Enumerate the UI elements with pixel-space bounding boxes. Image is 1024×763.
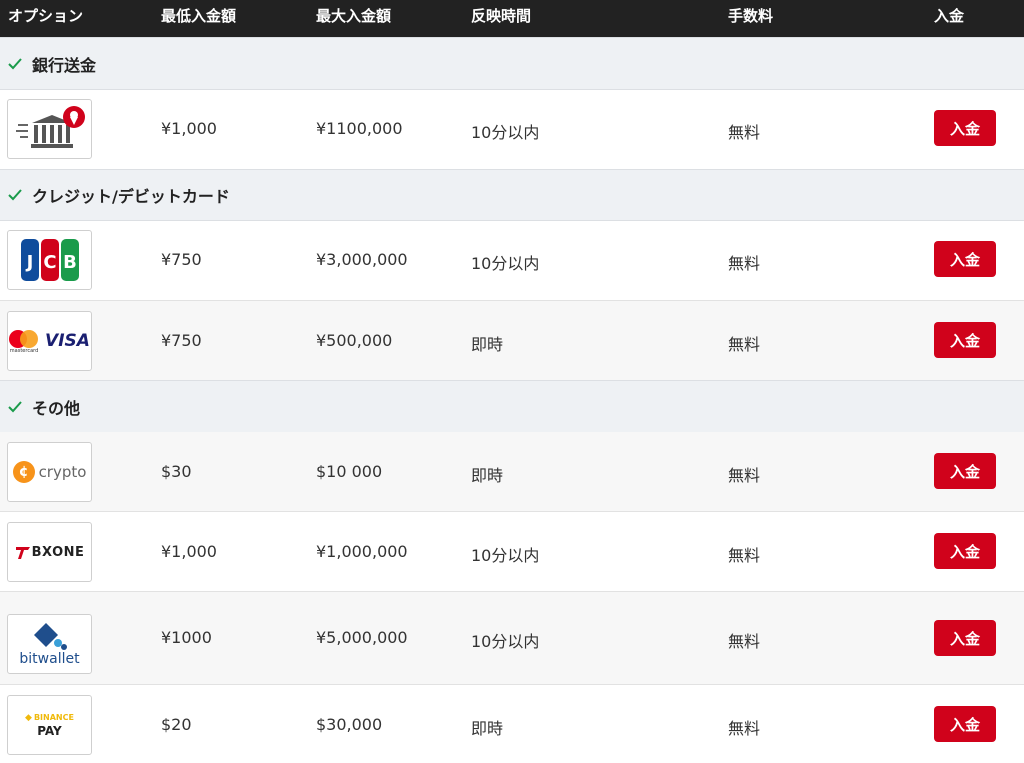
processing-time: 即時 [471, 335, 504, 354]
header-max-amount: 最大入金額 [316, 7, 392, 25]
fee: 無料 [728, 123, 761, 142]
min-amount: ¥1,000 [161, 119, 217, 138]
min-amount: $30 [161, 462, 192, 481]
min-amount: ¥1,000 [161, 542, 217, 561]
max-amount: ¥5,000,000 [316, 628, 408, 647]
fee: 無料 [728, 632, 761, 651]
processing-time: 即時 [471, 466, 504, 485]
jcb-logo: J C B [7, 230, 92, 290]
bitwallet-wordmark: bitwallet [19, 651, 80, 667]
table-row: J C B ¥750 ¥3,000,000 10分以内 無料 入金 [0, 220, 1024, 301]
deposit-button[interactable]: 入金 [934, 322, 996, 358]
header-processing-time: 反映時間 [471, 7, 532, 25]
visa-wordmark: VISA [45, 331, 90, 351]
bitwallet-mark-icon [33, 623, 67, 650]
fee: 無料 [728, 254, 761, 273]
max-amount: $10 000 [316, 462, 383, 481]
svg-text:B: B [63, 252, 77, 273]
min-amount: ¥750 [161, 250, 202, 269]
section-credit-debit-card: クレジット/デビットカード [0, 169, 1024, 221]
section-label: 銀行送金 [32, 55, 97, 75]
min-amount: ¥750 [161, 331, 202, 350]
fee: 無料 [728, 466, 761, 485]
check-icon [8, 189, 22, 201]
min-amount: ¥1000 [161, 628, 212, 647]
bank-icon [15, 106, 85, 148]
section-other: その他 [0, 380, 1024, 433]
bank-transfer-logo [7, 99, 92, 159]
bitwallet-logo: bitwallet [7, 614, 92, 674]
processing-time: 10分以内 [471, 546, 540, 565]
fee: 無料 [728, 335, 761, 354]
deposit-button[interactable]: 入金 [934, 453, 996, 489]
header-fee: 手数料 [728, 7, 774, 25]
mastercard-visa-logo: mastercard VISA [7, 311, 92, 371]
table-row: ¥1,000 ¥1100,000 10分以内 無料 入金 [0, 89, 1024, 170]
deposit-button[interactable]: 入金 [934, 706, 996, 742]
deposit-button[interactable]: 入金 [934, 241, 996, 277]
processing-time: 10分以内 [471, 254, 540, 273]
binance-wordmark: BINANCE [33, 713, 74, 722]
deposit-button[interactable]: 入金 [934, 110, 996, 146]
processing-time: 10分以内 [471, 123, 540, 142]
max-amount: ¥1,000,000 [316, 542, 408, 561]
header-deposit: 入金 [934, 7, 965, 25]
fee: 無料 [728, 719, 761, 738]
deposit-button[interactable]: 入金 [934, 620, 996, 656]
deposit-methods-table: オプション 最低入金額 最大入金額 反映時間 手数料 入金 銀行送金 ¥1,00… [0, 0, 1024, 763]
processing-time: 即時 [471, 719, 504, 738]
max-amount: ¥1100,000 [316, 119, 403, 138]
svg-text:J: J [24, 252, 33, 273]
svg-text:C: C [43, 252, 56, 273]
table-row: BXONE ¥1,000 ¥1,000,000 10分以内 無料 入金 [0, 512, 1024, 592]
jcb-logo-graphic: J C B [20, 239, 79, 281]
crypto-wordmark: crypto [38, 463, 87, 481]
table-row: ¢ crypto $30 $10 000 即時 無料 入金 [0, 432, 1024, 512]
header-option: オプション [8, 7, 84, 25]
binance-pay-logo: ◆ BINANCE PAY [7, 695, 92, 755]
section-label: その他 [32, 398, 81, 418]
table-row: ◆ BINANCE PAY $20 $30,000 即時 無料 入金 [0, 685, 1024, 763]
max-amount: ¥3,000,000 [316, 250, 408, 269]
section-bank-transfer: 銀行送金 [0, 37, 1024, 90]
pay-wordmark: PAY [37, 723, 62, 738]
coin-icon: ¢ [12, 461, 35, 483]
max-amount: ¥500,000 [316, 331, 393, 350]
max-amount: $30,000 [316, 715, 383, 734]
check-icon [8, 400, 22, 412]
deposit-button[interactable]: 入金 [934, 533, 996, 569]
table-row: mastercard VISA ¥750 ¥500,000 即時 無料 入金 [0, 301, 1024, 381]
processing-time: 10分以内 [471, 632, 540, 651]
bxone-logo: BXONE [7, 522, 92, 582]
min-amount: $20 [161, 715, 192, 734]
table-row: bitwallet ¥1000 ¥5,000,000 10分以内 無料 入金 [0, 592, 1024, 685]
section-label: クレジット/デビットカード [32, 187, 230, 206]
bxone-mark-icon [15, 547, 30, 559]
crypto-logo: ¢ crypto [7, 442, 92, 502]
header-min-amount: 最低入金額 [161, 7, 237, 25]
binance-diamond-icon: ◆ [25, 712, 32, 723]
mastercard-icon: mastercard [9, 328, 39, 354]
check-icon [8, 57, 22, 69]
fee: 無料 [728, 546, 761, 565]
bxone-wordmark: BXONE [31, 544, 85, 560]
